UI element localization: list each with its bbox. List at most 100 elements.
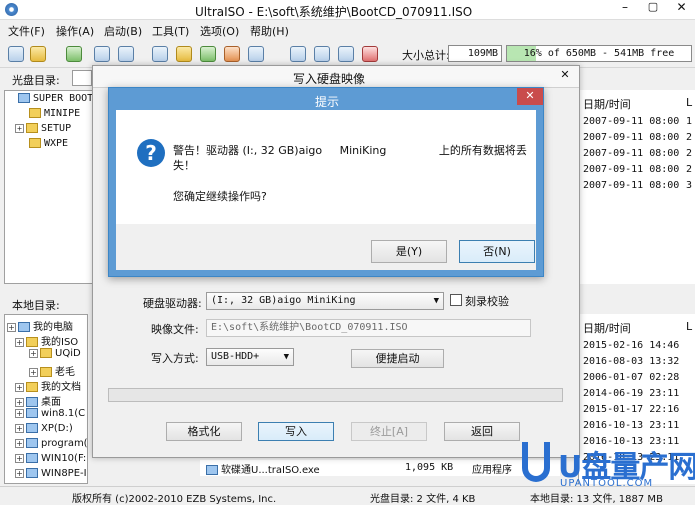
collapse-icon[interactable] [15,337,24,347]
folder-icon [40,348,52,358]
window-title: UltraISO - E:\soft\系统维护\BootCD_070911.IS… [195,5,473,19]
file-row-exe[interactable]: 软碟通U...traISO.exe 1,095 KB 应用程序 [200,460,560,476]
col-date-header[interactable]: 日期/时间 [583,320,631,336]
expand-icon[interactable] [29,348,38,358]
method-select-value: USB-HDD+ [211,351,260,362]
tree-item-desktop[interactable]: 桌面 [15,393,61,408]
prompt-title: 提示 [315,95,340,109]
menu-bootable[interactable]: 启动(B) [104,23,142,39]
cd-dir-label: 光盘目录: [12,74,60,87]
save-icon[interactable] [94,46,110,62]
expand-icon[interactable] [15,382,24,392]
prompt-question: 您确定继续操作吗? [173,190,267,203]
image-path-field[interactable]: E:\soft\系统维护\BootCD_070911.ISO [206,319,531,337]
list-item[interactable]: 2007-09-11 08:00 [583,164,679,175]
write-dialog-close-button[interactable]: ✕ [555,68,575,84]
menu-help[interactable]: 帮助(H) [250,23,289,39]
list-item[interactable]: 2007-09-11 08:00 [583,148,679,159]
tree-item-my-computer[interactable]: 我的电脑 [7,318,73,333]
tree-item-my-iso[interactable]: 我的ISO [15,333,78,348]
expand-icon[interactable] [15,468,24,478]
tree-item-root[interactable]: SUPER BOOTC [7,93,99,104]
menu-file[interactable]: 文件(F) [8,23,45,39]
menu-options[interactable]: 选项(O) [200,23,239,39]
tree-item-my-docs[interactable]: 我的文档 [15,378,81,393]
capacity-bar: 16% of 650MB - 541MB free [506,45,692,62]
col-l-header[interactable]: L [686,320,692,333]
app-icon [5,3,18,16]
tree-item-uqid[interactable]: UQiD [29,348,81,359]
list-item[interactable]: 2007-09-11 08:00 [583,132,679,143]
close-button[interactable]: ✕ [668,0,695,20]
computer-icon [18,322,30,332]
tree-item-drive-f[interactable]: WIN10(F: [15,453,86,464]
burn-icon[interactable] [224,46,240,62]
file-type: 应用程序 [472,465,512,476]
tree-item-drive-e[interactable]: program( [15,438,87,449]
add-folder-icon[interactable] [176,46,192,62]
back-button[interactable]: 返回 [444,422,520,441]
expand-icon[interactable] [15,453,24,463]
drive-icon [26,423,38,433]
menu-actions[interactable]: 操作(A) [56,23,94,39]
tree-item-minipe[interactable]: MINIPE [29,108,80,119]
prompt-dialog: 提示 ✕ ? 警告！驱动器 (I:, 32 GB)aigo MiniKing 上… [108,87,544,277]
expand-icon[interactable] [15,438,24,448]
open-icon[interactable] [30,46,46,62]
stop-button[interactable]: 终止[A] [351,422,427,441]
mount-icon[interactable] [200,46,216,62]
info-icon[interactable] [314,46,330,62]
expand-icon[interactable] [15,123,24,133]
save-as-icon[interactable] [118,46,134,62]
add-file-icon[interactable] [152,46,168,62]
help-icon[interactable] [338,46,354,62]
menu-tools[interactable]: 工具(T) [152,23,189,39]
list-item[interactable]: 2016-08-03 13:32 [583,356,679,367]
collapse-icon[interactable] [7,322,16,332]
easy-boot-button[interactable]: 便捷启动 [351,349,444,368]
tree-item-wxpe[interactable]: WXPE [29,138,68,149]
tree-item-drive-g[interactable]: WIN8PE-IMT(G:) [15,468,87,479]
compress-icon[interactable] [248,46,264,62]
format-button[interactable]: 格式化 [166,422,242,441]
drive-icon [26,453,38,463]
list-item[interactable]: 2006-01-07 02:28 [583,372,679,383]
tree-item-laomao[interactable]: 老毛 [29,363,75,378]
write-button[interactable]: 写入 [258,422,334,441]
col-l-header[interactable]: L [686,96,692,109]
folder-icon [40,367,52,377]
list-item[interactable]: 2015-01-17 22:16 [583,404,679,415]
list-item[interactable]: 2016-10-13 23:11 [583,420,679,431]
drive-select[interactable]: (I:, 32 GB)aigo MiniKing ▼ [206,292,444,310]
capacity-text: 16% of 650MB - 541MB free [523,48,675,59]
expand-icon[interactable] [15,423,24,433]
list-item[interactable]: 2014-06-19 23:11 [583,388,679,399]
verify-checkbox[interactable] [450,294,462,306]
tree-item-drive-d[interactable]: XP(D:) [15,423,73,434]
yes-button[interactable]: 是(Y) [371,240,447,263]
app-icon [206,465,218,475]
maximize-button[interactable]: ▢ [640,0,666,20]
watermark-logo: U盘量产网 UPANTOOL.COM [520,440,695,500]
list-item[interactable]: 2015-02-16 14:46 [583,340,679,351]
list-item[interactable]: 2007-09-11 08:00 [583,180,679,191]
list-item[interactable]: 2007-09-11 08:00 [583,116,679,127]
new-icon[interactable] [8,46,24,62]
method-select[interactable]: USB-HDD+ ▼ [206,348,294,366]
cd-path-input[interactable] [72,70,92,86]
tree-item-drive-c[interactable]: win8.1(C [15,408,85,419]
folder-icon [29,108,41,118]
tree-item-setup[interactable]: SETUP [15,123,71,134]
expand-icon[interactable] [15,408,24,418]
extract-icon[interactable] [66,46,82,62]
minimize-button[interactable]: – [612,0,638,20]
status-copyright: 版权所有 (c)2002-2010 EZB Systems, Inc. [72,494,277,505]
exit-icon[interactable] [362,46,378,62]
prompt-close-button[interactable]: ✕ [517,88,543,105]
no-button[interactable]: 否(N) [459,240,535,263]
expand-icon[interactable] [29,367,38,377]
folder-icon [29,138,41,148]
col-date-header[interactable]: 日期/时间 [583,96,631,112]
properties-icon[interactable] [290,46,306,62]
expand-icon[interactable] [15,397,24,407]
